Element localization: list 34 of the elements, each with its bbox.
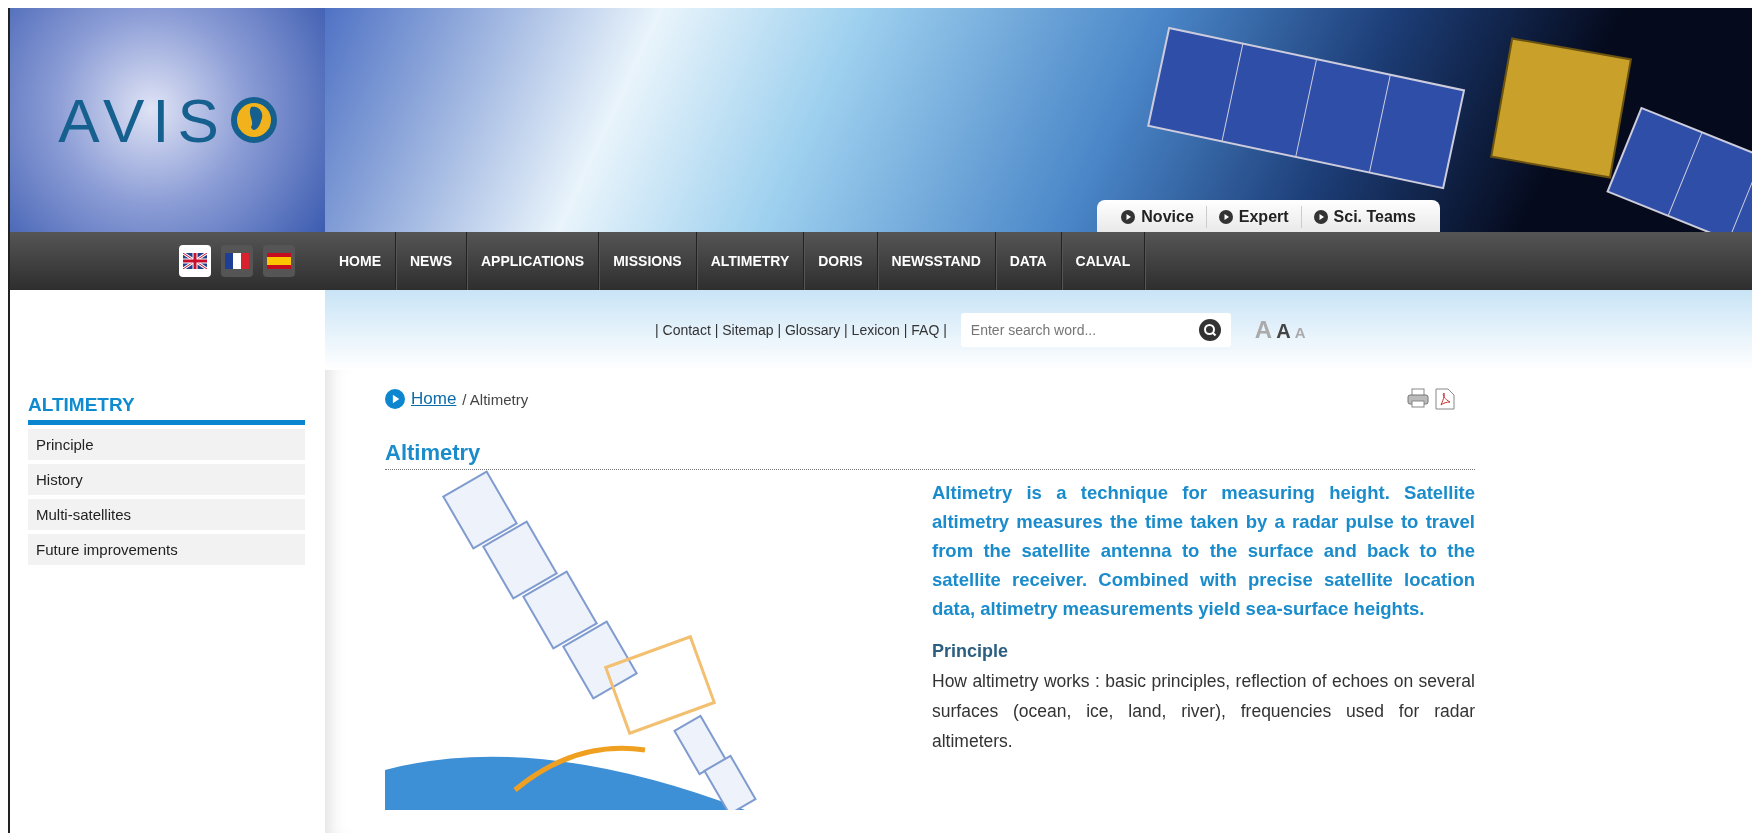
- search-field[interactable]: Enter search word...: [960, 313, 1231, 347]
- play-circle-icon: [1121, 210, 1136, 224]
- sidebar-item[interactable]: Principle: [28, 429, 305, 460]
- level-link[interactable]: Novice: [1109, 206, 1207, 228]
- level-link[interactable]: Expert: [1206, 206, 1302, 228]
- intro-paragraph: Altimetry is a technique for measuring height. Satellite altimetry measures the time taken by a radar pulse to travel from the satellite antenna to the surface and back to the satellite receiver. Combined with precise satellite location data, altimetry measurements yield sea-surface heights.: [932, 481, 1475, 621]
- section-text: How altimetry works : basic principles, reflection of echoes on several surfaces (ocean, ice, land, river), frequencies used for radar altimeters.: [932, 670, 1475, 753]
- utility-links[interactable]: | Contact | Sitemap | Glossary | Lexicon | FAQ |: [655, 322, 947, 338]
- print-icon[interactable]: [1407, 388, 1429, 408]
- language-button[interactable]: [221, 245, 253, 277]
- logo-text[interactable]: AVIS: [58, 84, 277, 156]
- language-button[interactable]: [263, 245, 295, 277]
- play-circle-icon: [1218, 210, 1233, 224]
- level-label[interactable]: Expert: [1238, 208, 1289, 226]
- sidebar-item[interactable]: Future improvements: [28, 534, 305, 565]
- font-size-button[interactable]: A: [1276, 320, 1291, 343]
- language-button[interactable]: [179, 245, 211, 277]
- play-circle-icon: [385, 389, 405, 409]
- level-link[interactable]: Sci. Teams: [1301, 206, 1428, 228]
- section-heading: Principle: [932, 641, 1010, 662]
- flag-icon: [267, 253, 291, 269]
- breadcrumb-link[interactable]: Home: [411, 389, 457, 409]
- level-label[interactable]: Sci. Teams: [1333, 208, 1416, 226]
- sidebar-item[interactable]: Multi-satellites: [28, 499, 305, 530]
- article-title: Altimetry: [385, 440, 1475, 470]
- search-icon[interactable]: [1198, 319, 1221, 341]
- play-circle-icon: [1313, 210, 1328, 224]
- pdf-icon[interactable]: [1435, 388, 1455, 410]
- globe-icon: [230, 97, 277, 143]
- sidebar-item[interactable]: History: [28, 464, 305, 495]
- breadcrumb-current: / Altimetry: [462, 390, 529, 408]
- flag-icon: [225, 253, 249, 269]
- flag-icon: [183, 253, 207, 269]
- level-label[interactable]: Novice: [1141, 208, 1194, 226]
